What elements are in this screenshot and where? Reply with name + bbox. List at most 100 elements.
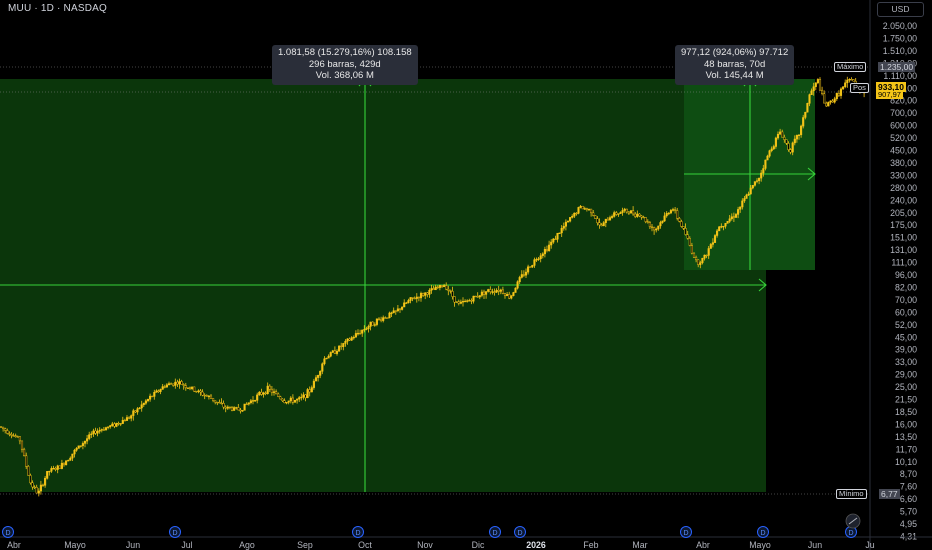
max-label: Máximo — [834, 62, 867, 72]
candle-body — [470, 300, 473, 302]
candle-body — [140, 404, 143, 409]
candle-body — [495, 289, 498, 293]
price-tick-label: 16,00 — [895, 419, 917, 429]
candle-body — [111, 423, 114, 426]
candle-body — [839, 88, 843, 96]
candle-body — [125, 417, 129, 421]
candle-body — [617, 213, 620, 215]
candle-body — [842, 86, 845, 90]
candle-body — [753, 181, 756, 186]
candle-body — [113, 423, 116, 427]
candle-body — [201, 391, 204, 396]
measure-tooltip-small: 977,12 (924,06%) 97.712 48 barras, 70d V… — [675, 45, 795, 85]
price-tick-label: 330,00 — [890, 170, 917, 180]
candle-body — [245, 403, 248, 406]
candle-body — [583, 208, 586, 210]
candle-body — [598, 222, 601, 226]
candle-body — [447, 288, 450, 291]
candle-body — [10, 434, 13, 436]
candle-body — [466, 300, 469, 302]
candle-body — [787, 143, 790, 150]
candle-body — [94, 430, 97, 434]
candle-body — [476, 296, 479, 298]
candle-body — [220, 402, 223, 405]
price-tick-label: 70,00 — [895, 295, 917, 305]
candle-body — [128, 417, 131, 419]
currency-button[interactable]: USD — [877, 2, 924, 17]
candle-body — [413, 297, 416, 300]
candle-body — [77, 445, 80, 449]
event-markers[interactable]: DDDDDDDD — [2, 526, 857, 538]
candle-body — [791, 142, 794, 153]
candle-body — [850, 79, 853, 81]
candle-body — [848, 79, 851, 81]
candle-body — [203, 394, 206, 397]
candle-body — [117, 422, 120, 425]
candle-body — [398, 308, 402, 310]
candle-body — [319, 371, 322, 376]
candle-body — [655, 228, 658, 231]
candle-body — [384, 317, 387, 319]
price-tick-label: 4,95 — [900, 519, 917, 529]
candle-body — [548, 244, 551, 251]
candle-body — [724, 223, 727, 227]
candle-body — [342, 343, 345, 347]
auto-scale-icon[interactable] — [845, 513, 861, 529]
candle-body — [88, 434, 91, 439]
price-tick-label: 5,70 — [900, 507, 917, 517]
candle-body — [661, 220, 664, 223]
candle-body — [428, 289, 431, 295]
candle-body — [516, 281, 519, 289]
candle-body — [394, 310, 397, 312]
candle-body — [438, 285, 441, 288]
candle-body — [529, 266, 532, 268]
candle-body — [283, 400, 286, 404]
time-axis[interactable]: Abr Mayo Jun Jul Ago Sep Oct Nov Dic 2026 Feb Mar Ab… — [7, 540, 875, 550]
candle-body — [499, 289, 502, 292]
candle-body — [180, 381, 183, 385]
price-tick-label: 18,50 — [895, 407, 917, 417]
candle-body — [411, 297, 414, 299]
measure-line-2: 48 barras, 70d — [703, 58, 766, 70]
candle-body — [474, 295, 477, 298]
candle-body — [0, 426, 3, 428]
candle-body — [266, 385, 269, 394]
candle-body — [596, 218, 599, 224]
candle-body — [293, 399, 297, 403]
candle-body — [501, 289, 504, 294]
candle-body — [226, 406, 229, 409]
candle-body — [279, 396, 282, 400]
candle-body — [107, 426, 110, 428]
candle-body — [703, 254, 706, 259]
candle-body — [369, 321, 372, 327]
candle-body — [155, 390, 158, 393]
candle-body — [20, 440, 24, 450]
candle-body — [373, 324, 376, 326]
candle-body — [682, 226, 685, 229]
candle-body — [98, 429, 101, 432]
candle-body — [800, 125, 803, 136]
candle-body — [48, 470, 51, 473]
candle-body — [772, 146, 775, 150]
candle-body — [178, 381, 181, 385]
candle-body — [270, 388, 273, 393]
candle-body — [650, 226, 654, 228]
candle-body — [590, 208, 593, 214]
candle-body — [797, 134, 801, 136]
candle-body — [119, 423, 122, 425]
candle-body — [734, 214, 738, 218]
candle-body — [86, 438, 89, 442]
candle-body — [785, 139, 788, 144]
candle-body — [130, 415, 133, 419]
candle-body — [575, 212, 578, 215]
time-tick-label: Jun — [126, 540, 140, 550]
candle-body — [623, 208, 626, 211]
candle-body — [663, 215, 666, 222]
candle-body — [2, 426, 5, 429]
candle-body — [760, 172, 763, 179]
candle-body — [170, 383, 173, 385]
price-tick-label: 7,60 — [900, 482, 917, 492]
candle-body — [365, 328, 368, 330]
candle-body — [132, 410, 135, 416]
candle-body — [518, 277, 521, 283]
